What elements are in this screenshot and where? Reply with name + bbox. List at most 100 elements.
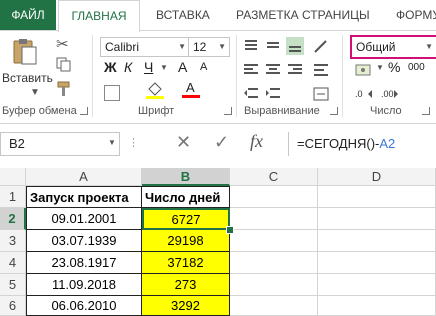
decrease-decimal-icon[interactable]: .00 — [380, 85, 400, 103]
header-cell-b1[interactable]: Число дней — [142, 186, 230, 208]
align-middle-icon[interactable] — [264, 37, 282, 55]
grid-cell[interactable] — [230, 208, 318, 230]
row-header-2[interactable]: 2 — [0, 208, 26, 230]
thousands-separator-button[interactable]: 000 — [408, 62, 425, 73]
column-header-c[interactable]: C — [230, 168, 318, 186]
format-painter-icon[interactable] — [56, 81, 70, 96]
grid-cell[interactable] — [318, 208, 436, 230]
days-cell-b3[interactable]: 29198 — [142, 230, 230, 252]
grid-cell[interactable] — [230, 230, 318, 252]
ribbon-tabs: ФАЙЛ ГЛАВНАЯ ВСТАВКА РАЗМЕТКА СТРАНИЦЫ Ф… — [0, 0, 436, 32]
increase-decimal-icon[interactable]: .0 — [354, 85, 374, 103]
chevron-down-icon[interactable]: ▼ — [376, 63, 384, 72]
row-header-6[interactable]: 6 — [0, 296, 26, 316]
column-header-b[interactable]: B — [142, 168, 230, 186]
align-bottom-icon[interactable] — [286, 37, 304, 55]
font-grow-button[interactable]: A — [178, 59, 187, 75]
copy-icon[interactable] — [56, 57, 71, 72]
align-top-icon[interactable] — [242, 37, 260, 55]
days-cell-b5[interactable]: 273 — [142, 274, 230, 296]
ribbon: Вставить ▼ ✂ Буфер обмена Calibri ▼ 12 ▼… — [0, 30, 436, 124]
resize-dots-icon[interactable]: ⋮ — [128, 136, 139, 149]
tab-formulas[interactable]: ФОРМУ — [396, 0, 436, 30]
row-header-1[interactable]: 1 — [0, 186, 26, 208]
grid-cell[interactable] — [318, 252, 436, 274]
svg-text:A: A — [186, 80, 195, 95]
alignment-group-label: Выравнивание — [244, 105, 320, 117]
days-cell-b4[interactable]: 37182 — [142, 252, 230, 274]
chevron-down-icon: ▼ — [178, 42, 186, 51]
orientation-icon[interactable] — [312, 37, 330, 55]
header-cell-a1[interactable]: Запуск проекта — [26, 186, 142, 208]
formula-input[interactable]: =СЕГОДНЯ()-A2 — [288, 132, 436, 156]
italic-button[interactable]: К — [124, 59, 132, 75]
currency-icon[interactable] — [354, 61, 374, 79]
alignment-launcher-icon[interactable] — [330, 107, 338, 115]
date-cell-a5[interactable]: 11.09.2018 — [26, 274, 142, 296]
decrease-indent-icon[interactable] — [242, 85, 260, 103]
chevron-down-icon: ▼ — [218, 42, 226, 51]
cut-icon[interactable]: ✂ — [56, 35, 69, 53]
paste-button[interactable]: Вставить — [2, 71, 53, 85]
underline-button[interactable]: Ч — [144, 59, 153, 75]
grid-cell[interactable] — [230, 274, 318, 296]
chevron-down-icon[interactable]: ▼ — [160, 63, 168, 72]
grid-cell[interactable] — [318, 186, 436, 208]
row-header-3[interactable]: 3 — [0, 230, 26, 252]
percent-button[interactable]: % — [388, 59, 400, 75]
tab-file[interactable]: ФАЙЛ — [0, 0, 56, 30]
chevron-down-icon[interactable]: ▼ — [108, 138, 116, 147]
borders-icon[interactable] — [104, 85, 120, 101]
grid-cell[interactable] — [318, 230, 436, 252]
row-header-4[interactable]: 4 — [0, 252, 26, 274]
enter-icon[interactable]: ✓ — [214, 132, 229, 153]
align-left-icon[interactable] — [242, 61, 260, 79]
name-box[interactable]: B2 — [0, 132, 120, 156]
grid-cell[interactable] — [318, 296, 436, 316]
cancel-icon[interactable]: ✕ — [176, 132, 191, 153]
number-format-select[interactable]: Общий ▼ — [350, 35, 436, 59]
font-size-select[interactable]: 12 ▼ — [188, 37, 230, 57]
grid-cell[interactable] — [230, 252, 318, 274]
grid-cell[interactable] — [230, 186, 318, 208]
separator — [342, 35, 343, 117]
paste-icon[interactable] — [10, 37, 40, 67]
select-all-corner[interactable] — [0, 168, 26, 186]
fill-handle[interactable] — [226, 226, 234, 234]
tab-insert[interactable]: ВСТАВКА — [156, 0, 210, 30]
font-launcher-icon[interactable] — [224, 107, 232, 115]
grid-cell[interactable] — [230, 296, 318, 316]
chevron-down-icon: ▼ — [425, 42, 433, 51]
number-launcher-icon[interactable] — [422, 107, 430, 115]
date-cell-a3[interactable]: 03.07.1939 — [26, 230, 142, 252]
tab-home[interactable]: ГЛАВНАЯ — [58, 0, 140, 32]
font-color-icon[interactable]: A — [182, 79, 200, 99]
date-cell-a6[interactable]: 06.06.2010 — [26, 296, 142, 316]
separator — [236, 35, 237, 117]
font-size-value: 12 — [193, 40, 207, 54]
days-cell-b6[interactable]: 3292 — [142, 296, 230, 316]
merge-center-icon[interactable] — [312, 85, 330, 103]
font-shrink-button[interactable]: A — [200, 61, 207, 73]
insert-function-icon[interactable]: fx — [250, 131, 263, 152]
date-cell-a4[interactable]: 23.08.1917 — [26, 252, 142, 274]
align-right-icon[interactable] — [286, 61, 304, 79]
separator — [92, 35, 93, 117]
column-header-a[interactable]: A — [26, 168, 142, 186]
date-cell-a2[interactable]: 09.01.2001 — [26, 208, 142, 230]
days-cell-b2[interactable]: 6727 — [142, 208, 230, 230]
align-center-icon[interactable] — [264, 61, 282, 79]
formula-ref-text: A2 — [379, 136, 396, 151]
tab-page-layout[interactable]: РАЗМЕТКА СТРАНИЦЫ — [236, 0, 370, 30]
wrap-text-icon[interactable] — [312, 61, 330, 79]
grid-cell[interactable] — [318, 274, 436, 296]
font-name-select[interactable]: Calibri ▼ — [100, 37, 190, 57]
clipboard-launcher-icon[interactable] — [80, 107, 88, 115]
bold-button[interactable]: Ж — [104, 59, 117, 75]
fill-color-icon[interactable] — [146, 81, 164, 99]
font-name-value: Calibri — [105, 40, 140, 54]
chevron-down-icon[interactable]: ▼ — [30, 87, 40, 98]
row-header-5[interactable]: 5 — [0, 274, 26, 296]
column-header-d[interactable]: D — [318, 168, 436, 186]
increase-indent-icon[interactable] — [264, 85, 282, 103]
